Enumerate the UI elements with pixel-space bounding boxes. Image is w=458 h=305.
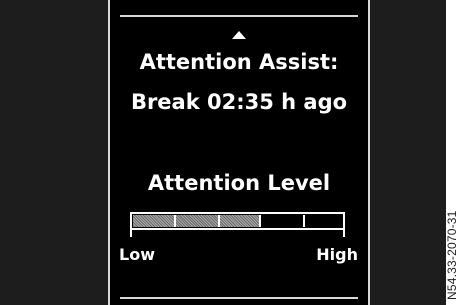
bar-tick-4 <box>303 215 305 227</box>
break-status-text: Break 02:35 h ago <box>130 90 348 114</box>
display-screen: Attention Assist: Break 02:35 h ago Atte… <box>0 0 446 305</box>
scale-left-mark <box>130 228 132 237</box>
bar-tick-2 <box>218 215 220 227</box>
attention-level-bar <box>130 212 345 230</box>
attention-level-fill <box>133 215 260 227</box>
scale-right-mark <box>343 228 345 237</box>
bar-tick-3 <box>259 215 261 227</box>
bottom-divider <box>120 297 358 299</box>
figure-id-label: N54.33-2070-31 <box>445 210 458 300</box>
top-divider <box>120 15 358 17</box>
bar-tick-1 <box>174 215 176 227</box>
scale-high-label: High <box>316 245 358 264</box>
up-arrow-icon <box>232 31 246 39</box>
attention-level-heading: Attention Level <box>147 171 331 195</box>
attention-assist-title: Attention Assist: <box>139 50 339 74</box>
attention-assist-panel: Attention Assist: Break 02:35 h ago Atte… <box>108 0 370 305</box>
scale-low-label: Low <box>119 245 155 264</box>
